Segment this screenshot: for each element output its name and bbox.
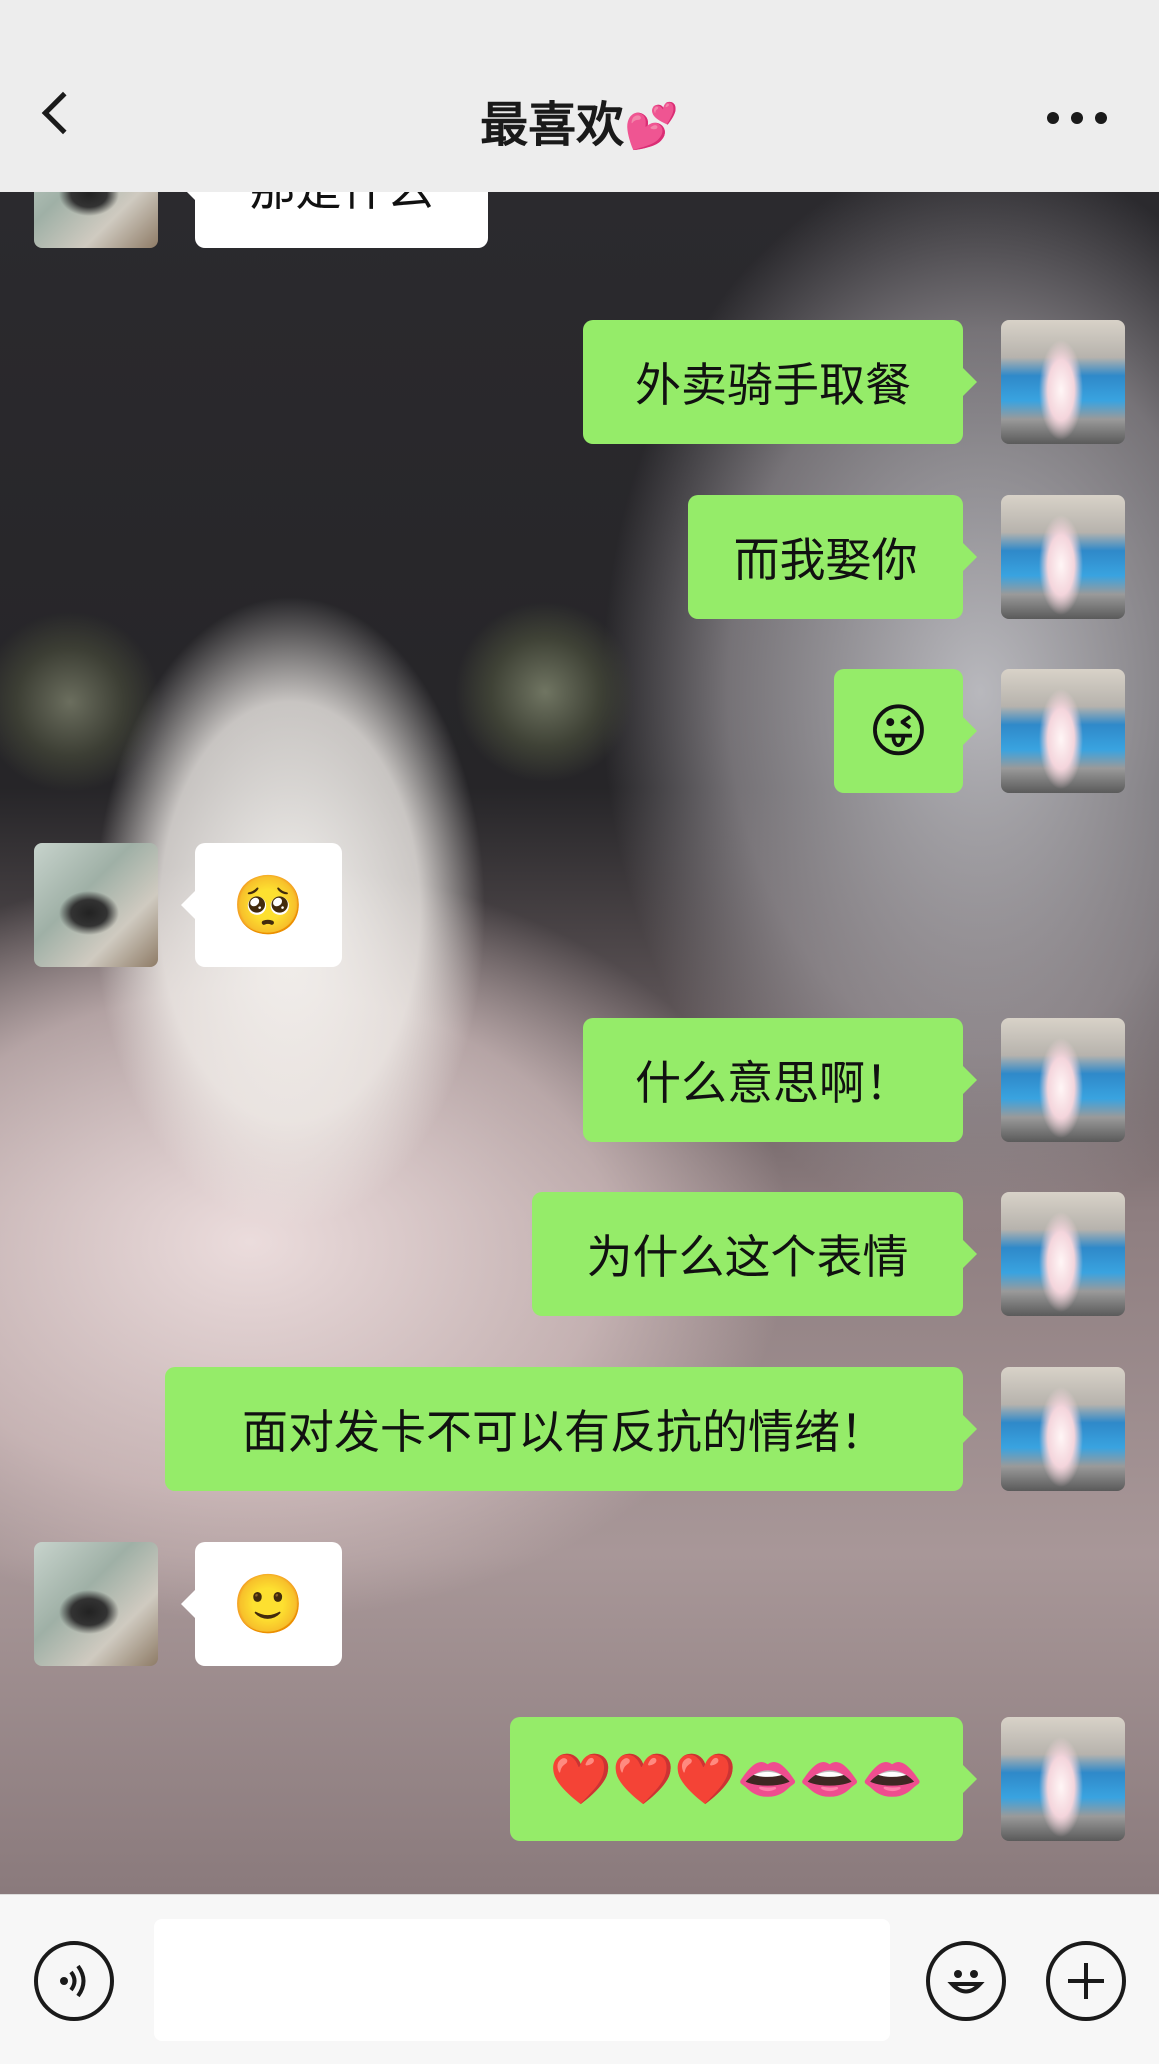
- smiley-icon[interactable]: [926, 1941, 1006, 2021]
- message-bubble[interactable]: 😜: [834, 669, 977, 793]
- contact-avatar[interactable]: [34, 843, 158, 967]
- message-row: 外卖骑手取餐: [0, 320, 1159, 444]
- message-bubble[interactable]: 外卖骑手取餐: [583, 320, 977, 444]
- self-avatar[interactable]: [1001, 669, 1125, 793]
- chat-title: 最喜欢💕: [0, 95, 1159, 157]
- message-row: 而我娶你: [0, 495, 1159, 619]
- message-bubble[interactable]: ❤️❤️❤️👄👄👄: [510, 1717, 977, 1841]
- message-row: 什么意思啊！: [0, 1018, 1159, 1142]
- chat-title-text: 最喜欢: [480, 97, 625, 153]
- message-input[interactable]: [154, 1919, 890, 2041]
- input-bar: [0, 1894, 1159, 2064]
- contact-avatar[interactable]: [34, 192, 158, 248]
- message-bubble[interactable]: 🥺: [181, 843, 342, 967]
- message-bubble[interactable]: 那是什么: [181, 192, 488, 248]
- self-avatar[interactable]: [1001, 1367, 1125, 1491]
- message-row: 那是什么: [0, 192, 1159, 248]
- message-row: 😜: [0, 669, 1159, 793]
- title-heart-emoji: 💕: [624, 101, 679, 152]
- plus-icon[interactable]: [1046, 1941, 1126, 2021]
- self-avatar[interactable]: [1001, 320, 1125, 444]
- chat-header: 最喜欢💕: [0, 0, 1159, 192]
- more-icon[interactable]: [1047, 112, 1107, 128]
- self-avatar[interactable]: [1001, 1018, 1125, 1142]
- self-avatar[interactable]: [1001, 1717, 1125, 1841]
- smiley-face-icon: [947, 1970, 985, 1994]
- voice-wave-icon: [60, 1964, 86, 1998]
- message-bubble[interactable]: 而我娶你: [688, 495, 977, 619]
- message-bubble[interactable]: 为什么这个表情: [532, 1192, 977, 1316]
- message-row: 🥺: [0, 843, 1159, 967]
- message-row: ❤️❤️❤️👄👄👄: [0, 1717, 1159, 1841]
- self-avatar[interactable]: [1001, 1192, 1125, 1316]
- message-bubble[interactable]: 什么意思啊！: [583, 1018, 977, 1142]
- message-row: 🙂: [0, 1542, 1159, 1666]
- contact-avatar[interactable]: [34, 1542, 158, 1666]
- message-row: 为什么这个表情: [0, 1192, 1159, 1316]
- chat-area[interactable]: 那是什么 外卖骑手取餐 而我娶你 😜 🥺 什么意思啊！ 为什么这个表情 面对发卡…: [0, 192, 1159, 1894]
- self-avatar[interactable]: [1001, 495, 1125, 619]
- plus-sign-icon: [1068, 1963, 1104, 1999]
- message-bubble[interactable]: 面对发卡不可以有反抗的情绪！: [165, 1367, 977, 1491]
- voice-icon[interactable]: [34, 1941, 114, 2021]
- message-bubble[interactable]: 🙂: [181, 1542, 342, 1666]
- message-row: 面对发卡不可以有反抗的情绪！: [0, 1367, 1159, 1491]
